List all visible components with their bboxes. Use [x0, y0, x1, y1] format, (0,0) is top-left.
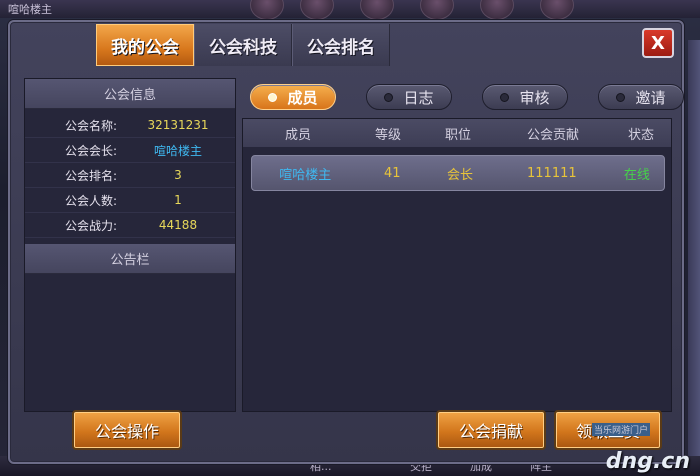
filter-label: 审核 — [519, 88, 550, 107]
filter-review-button[interactable]: 审核 — [482, 84, 568, 110]
background-icon — [300, 0, 334, 20]
filter-label: 日志 — [403, 88, 434, 107]
column-header-status: 状态 — [627, 127, 654, 143]
guild-info-header: 公会信息 — [25, 79, 235, 109]
info-value: 1 — [174, 193, 182, 207]
column-header-level: 等级 — [374, 127, 401, 143]
info-value: 44188 — [158, 218, 198, 232]
background-icon — [360, 0, 394, 20]
member-list-panel: 成员 等级 职位 公会贡献 状态 喧哈楼主 41 会长 111111 在线 — [242, 118, 672, 412]
column-header-position: 职位 — [444, 127, 471, 143]
member-level: 41 — [383, 165, 401, 181]
watermark-logo: dng.cn — [605, 449, 690, 474]
info-value: 32131231 — [147, 118, 209, 132]
member-status: 在线 — [623, 167, 650, 183]
info-value: 3 — [174, 168, 182, 182]
guild-leader-row: 公会会长: 喧哈楼主 — [25, 138, 235, 163]
member-position: 会长 — [446, 167, 473, 183]
member-name: 喧哈楼主 — [279, 167, 332, 183]
member-contribution: 111111 — [527, 165, 577, 181]
info-key: 公会会长: — [64, 143, 117, 158]
info-key: 公会战力: — [64, 218, 117, 233]
background-icon — [250, 0, 284, 20]
column-header-contribution: 公会贡献 — [526, 127, 579, 143]
table-row[interactable]: 喧哈楼主 41 会长 111111 在线 — [251, 155, 665, 191]
background-player-name: 喧哈楼主 — [8, 3, 52, 16]
info-key: 公会名称: — [64, 118, 117, 133]
radio-dot-icon — [616, 92, 626, 102]
filter-invite-button[interactable]: 邀请 — [598, 84, 684, 110]
background-side-decoration — [688, 40, 700, 460]
radio-dot-icon — [500, 92, 510, 102]
radio-dot-icon — [384, 92, 394, 102]
guild-info-list: 公会名称: 32131231 公会会长: 喧哈楼主 公会排名: 3 公会人数: … — [25, 109, 235, 244]
guild-info-column: 公会信息 公会名称: 32131231 公会会长: 喧哈楼主 公会排名: 3 公… — [24, 78, 236, 412]
tab-guild-ranking[interactable]: 公会排名 — [292, 24, 390, 66]
guild-donate-button[interactable]: 公会捐献 — [436, 410, 546, 450]
member-filter-row: 成员 日志 审核 邀请 — [250, 84, 684, 110]
filter-log-button[interactable]: 日志 — [366, 84, 452, 110]
filter-label: 邀请 — [635, 88, 666, 107]
guild-tabs: 我的公会 公会科技 公会排名 — [96, 24, 390, 68]
info-value[interactable]: 喧哈楼主 — [121, 142, 235, 159]
background-icon — [480, 0, 514, 20]
background-icon — [540, 0, 574, 20]
guild-operations-button[interactable]: 公会操作 — [72, 410, 182, 450]
info-key: 公会排名: — [64, 168, 117, 183]
background-top-bar: 喧哈楼主 — [0, 0, 700, 20]
guild-power-row: 公会战力: 44188 — [25, 213, 235, 238]
watermark-subtitle: 当乐网游门户 — [591, 423, 650, 436]
member-table-header: 成员 等级 职位 公会贡献 状态 — [243, 119, 671, 147]
guild-members-row: 公会人数: 1 — [25, 188, 235, 213]
guild-name-row: 公会名称: 32131231 — [25, 113, 235, 138]
notice-board-header: 公告栏 — [25, 244, 235, 274]
guild-panel: 我的公会 公会科技 公会排名 X 公会信息 公会名称: 32131231 公会会… — [8, 20, 684, 464]
guild-rank-row: 公会排名: 3 — [25, 163, 235, 188]
close-button[interactable]: X — [642, 28, 674, 58]
tab-my-guild[interactable]: 我的公会 — [96, 24, 194, 66]
tab-guild-tech[interactable]: 公会科技 — [194, 24, 292, 66]
column-header-member: 成员 — [284, 127, 311, 143]
info-key: 公会人数: — [64, 193, 117, 208]
filter-label: 成员 — [287, 88, 318, 107]
background-icon — [420, 0, 454, 20]
radio-dot-icon — [268, 92, 278, 102]
filter-members-button[interactable]: 成员 — [250, 84, 336, 110]
